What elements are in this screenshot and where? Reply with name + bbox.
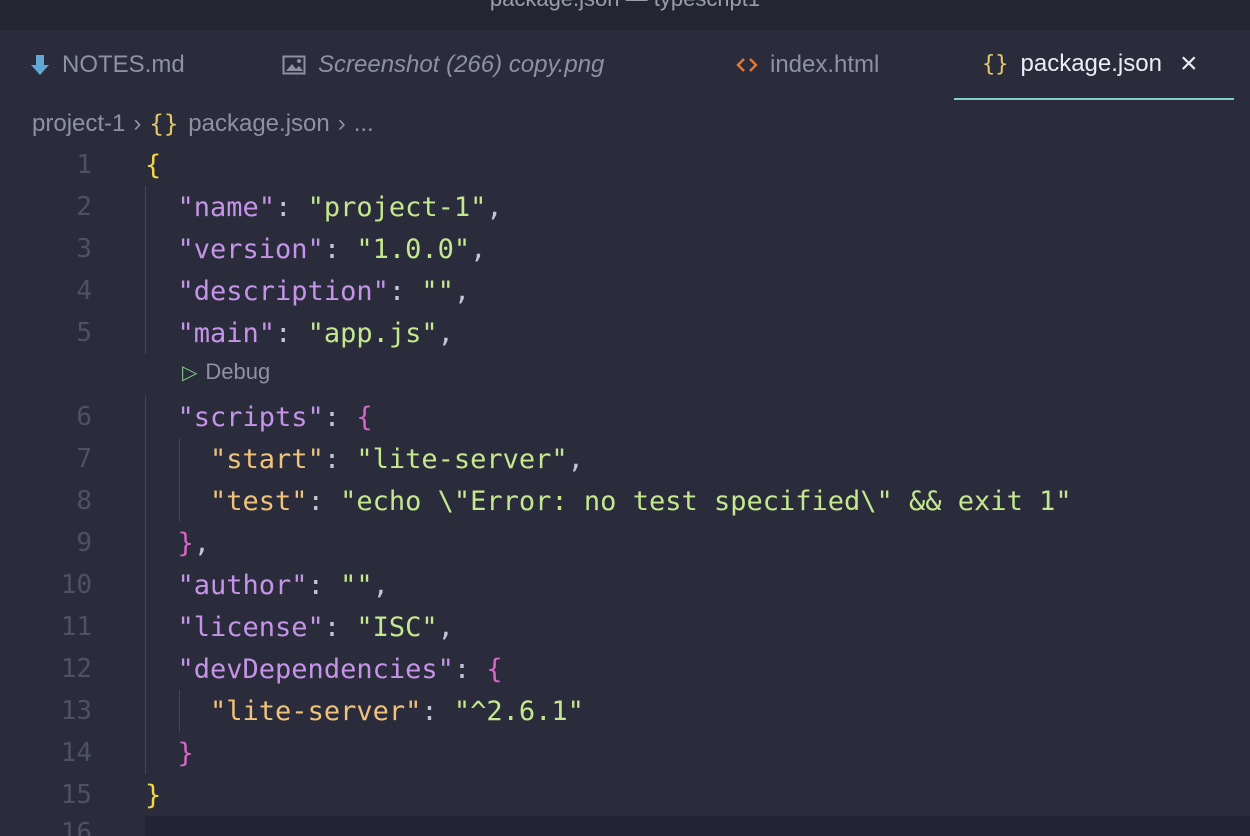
title-bar: package.json — typescript1 (0, 0, 1250, 30)
chevron-right-icon: › (133, 110, 142, 137)
close-icon[interactable]: × (1180, 49, 1198, 79)
code-line: 1 { (0, 144, 1250, 186)
line-number: 16 (60, 818, 92, 836)
window-title: package.json — typescript1 (0, 0, 1250, 12)
html-brackets-icon (736, 55, 758, 75)
line-number: 10 (60, 570, 92, 600)
code-line: 10 "author": "", (0, 564, 1250, 606)
tab-label: NOTES.md (62, 51, 185, 78)
code-line: 4 "description": "", (0, 270, 1250, 312)
breadcrumb: project-1 › {} package.json › ... (32, 104, 374, 144)
play-icon: ▷ (182, 361, 198, 384)
line-number: 2 (76, 192, 92, 222)
image-icon (282, 54, 306, 76)
code-line: 14 } (0, 732, 1250, 774)
line-number: 6 (76, 402, 92, 432)
line-number: 1 (76, 150, 92, 180)
debug-label: Debug (205, 359, 271, 384)
code-line: 11 "license": "ISC", (0, 606, 1250, 648)
code-line: 3 "version": "1.0.0", (0, 228, 1250, 270)
line-number: 14 (60, 738, 92, 768)
code-line: 2 "name": "project-1", (0, 186, 1250, 228)
breadcrumb-file[interactable]: package.json (188, 110, 329, 138)
tab-bar: NOTES.md Screenshot (266) copy.png index… (0, 30, 1250, 100)
code-line: 12 "devDependencies": { (0, 648, 1250, 690)
line-number: 13 (60, 696, 92, 726)
code-line: 8 "test": "echo \"Error: no test specifi… (0, 480, 1250, 522)
tab-label: Screenshot (266) copy.png (318, 51, 605, 78)
code-editor[interactable]: 1 { 2 "name": "project-1", 3 "version": … (0, 144, 1250, 836)
tab-index-html[interactable]: index.html (736, 30, 879, 100)
code-line: 15 } (0, 774, 1250, 816)
breadcrumb-more[interactable]: ... (354, 110, 374, 138)
code-line: 6 "scripts": { (0, 396, 1250, 438)
code-line: 13 "lite-server": "^2.6.1" (0, 690, 1250, 732)
line-number: 4 (76, 276, 92, 306)
tab-label: index.html (770, 51, 880, 78)
line-number: 9 (76, 528, 92, 558)
debug-codelens[interactable]: ▷ Debug (182, 356, 270, 388)
code-line: 7 "start": "lite-server", (0, 438, 1250, 480)
code-line: 5 "main": "app.js", (0, 312, 1250, 354)
line-number: 7 (76, 444, 92, 474)
line-number: 11 (60, 612, 92, 642)
markdown-arrow-icon (30, 53, 50, 77)
line-number: 12 (60, 654, 92, 684)
json-braces-icon: {} (982, 51, 1009, 77)
line-number: 15 (60, 780, 92, 810)
tab-screenshot-png[interactable]: Screenshot (266) copy.png (282, 30, 604, 100)
chevron-right-icon: › (337, 110, 346, 137)
tab-label: package.json (1020, 50, 1162, 77)
code-line: 9 }, (0, 522, 1250, 564)
line-number: 5 (76, 318, 92, 348)
line-number: 3 (76, 234, 92, 264)
json-braces-icon: {} (149, 110, 179, 138)
tab-package-json[interactable]: {} package.json × (954, 30, 1234, 100)
line-number: 8 (76, 486, 92, 516)
current-line-highlight (145, 816, 1250, 836)
breadcrumb-folder[interactable]: project-1 (32, 110, 125, 138)
tab-notes-md[interactable]: NOTES.md (30, 30, 185, 100)
